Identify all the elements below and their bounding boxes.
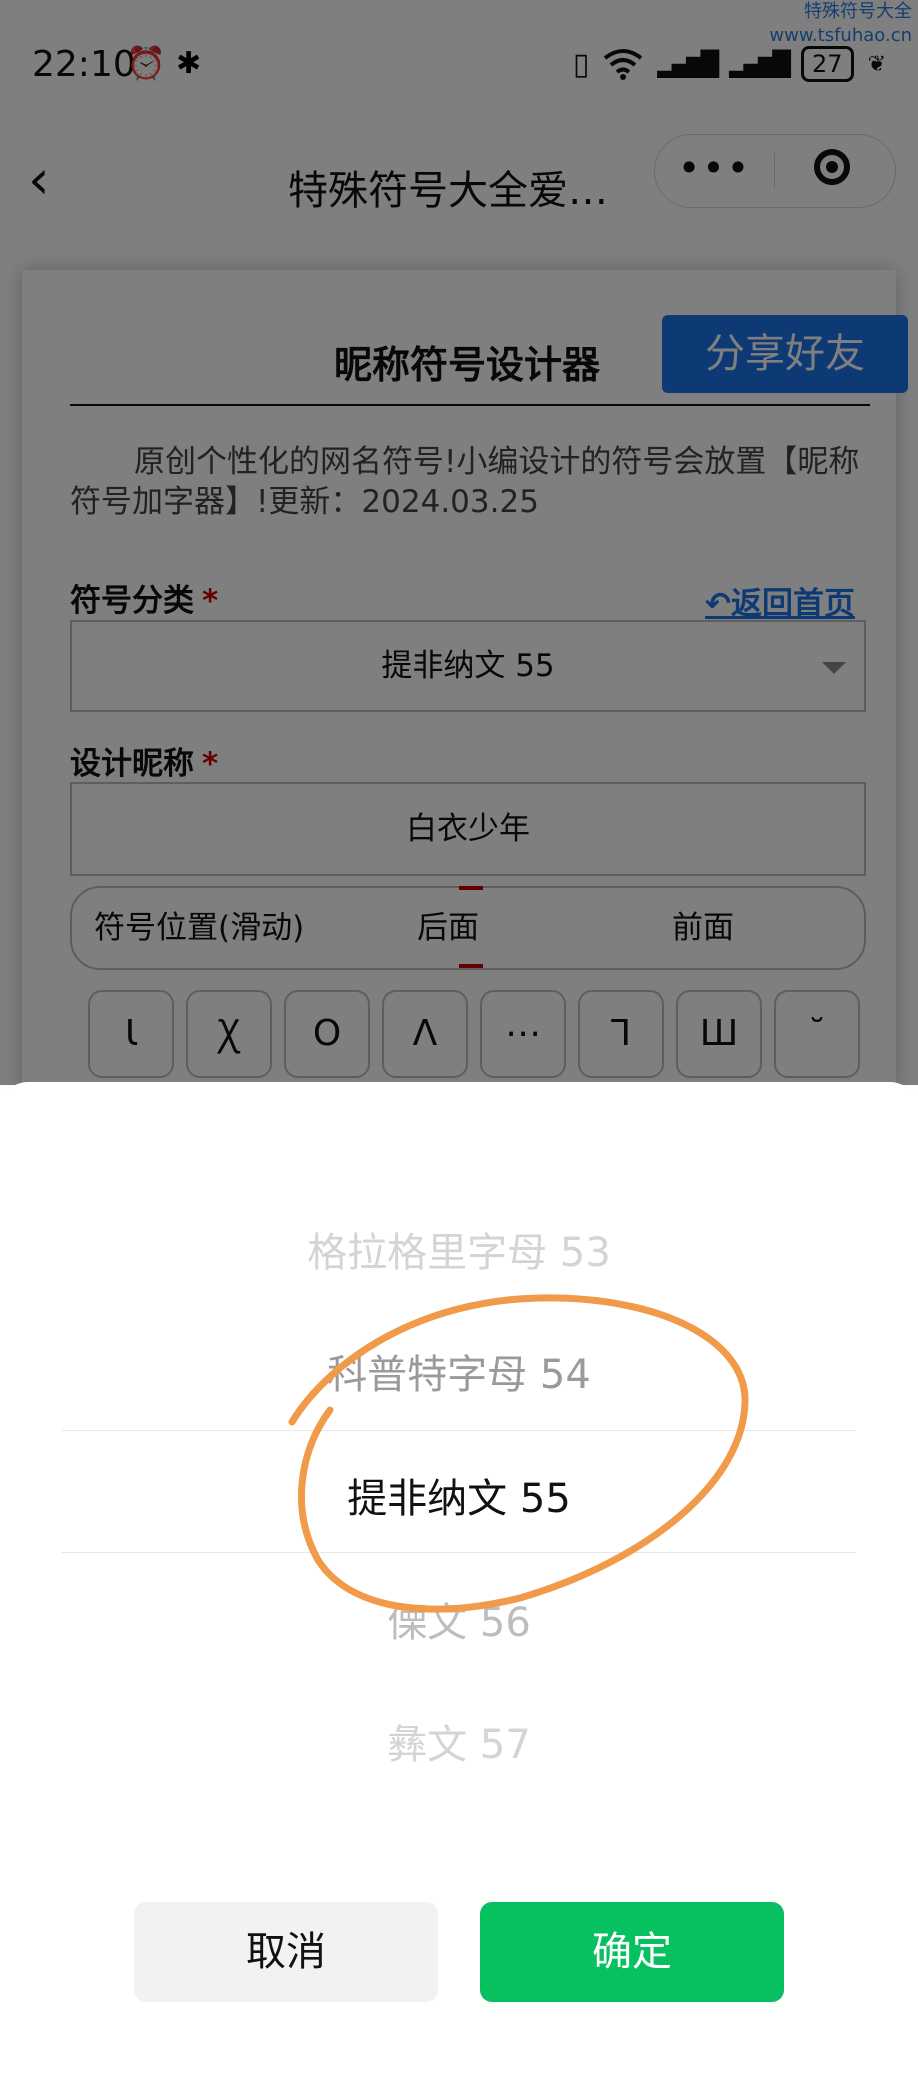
hand-drawn-circle-annotation: [288, 1294, 749, 1613]
